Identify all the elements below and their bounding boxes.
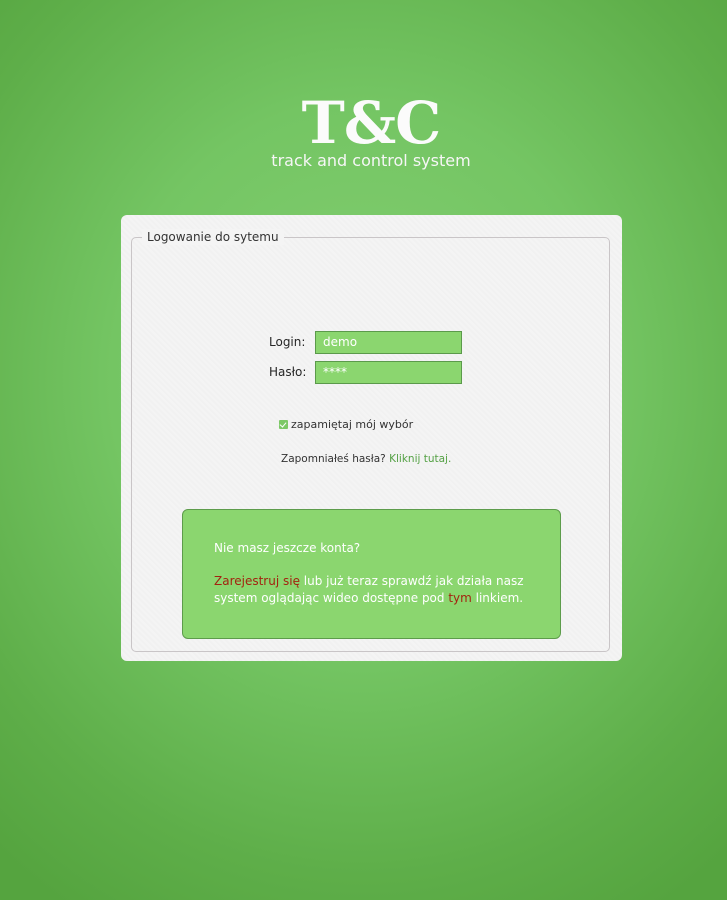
fieldset-legend: Logowanie do sytemu [142, 229, 284, 245]
password-row: Hasło: **** [269, 360, 462, 384]
promo-body: Zarejestruj się lub już teraz sprawdź ja… [214, 573, 544, 607]
remember-me-option[interactable]: zapamiętaj mój wybór [279, 418, 413, 431]
remember-me-label: zapamiętaj mój wybór [291, 418, 414, 431]
forgot-password-link[interactable]: Kliknij tutaj. [389, 453, 451, 465]
login-row: Login: demo [269, 330, 462, 354]
register-link[interactable]: Zarejestruj się [214, 574, 300, 588]
checkmark-icon[interactable] [279, 420, 288, 429]
tagline: track and control system [271, 151, 471, 170]
video-link[interactable]: tym [448, 591, 472, 605]
login-fieldset: Logowanie do sytemu Login: demo Hasło: *… [131, 229, 610, 652]
promo-text-end: linkiem. [471, 591, 524, 605]
register-promo-box: Nie masz jeszcze konta? Zarejestruj się … [182, 509, 561, 639]
login-card: Logowanie do sytemu Login: demo Hasło: *… [121, 215, 622, 661]
forgot-password: Zapomniałeś hasła? Kliknij tutaj. [281, 453, 451, 465]
forgot-password-text: Zapomniałeś hasła? [281, 453, 386, 465]
promo-title: Nie masz jeszcze konta? [214, 541, 361, 555]
brand-header: T&C track and control system [0, 90, 727, 170]
login-input[interactable]: demo [315, 330, 462, 354]
password-input[interactable]: **** [315, 360, 462, 384]
logo: T&C [301, 89, 442, 157]
